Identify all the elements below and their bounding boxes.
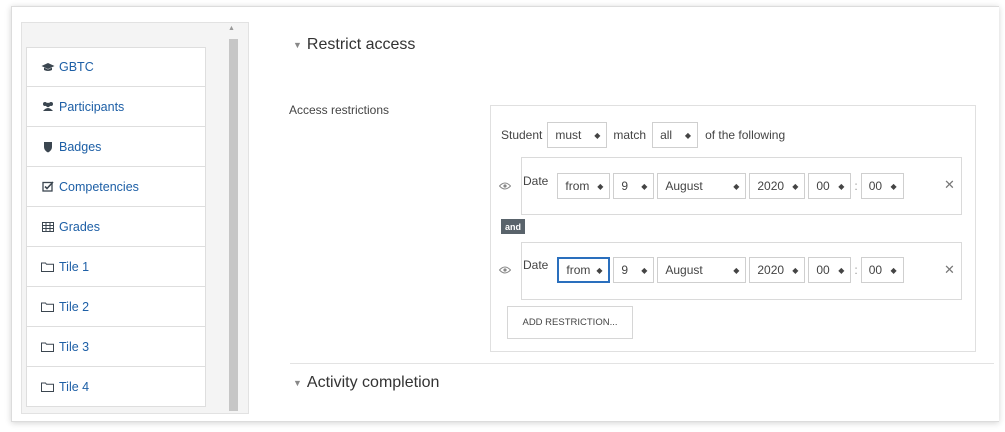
folder-icon [40,302,55,312]
nav-item-label: Tile 3 [59,339,90,354]
select-arrow-icon: ◆ [792,265,799,275]
access-restrictions-label: Access restrictions [289,103,390,117]
minute-value: 00 [868,179,883,193]
table-icon [40,221,55,232]
year-select[interactable]: 2020 ◆ [749,173,806,199]
nav-item-tile-1[interactable]: Tile 1 [26,247,206,287]
eye-icon[interactable] [499,182,513,190]
minute-value: 00 [868,263,883,277]
nav-item-participants[interactable]: Participants [26,87,206,127]
hour-select[interactable]: 00 ◆ [808,257,852,283]
nav-item-label: GBTC [59,60,94,74]
section-title: Activity completion [306,374,440,391]
collapse-triangle-icon: ▼ [293,378,302,388]
restrict-access-header[interactable]: ▼ Restrict access [293,36,415,54]
condition-type-label: Date [523,258,549,272]
date-condition-row-2: Date from ◆ 9 ◆ August ◆ 2020 ◆ 00 ◆ : 00 ◆ [499,257,904,283]
nav-item-gbtc[interactable]: GBTC [26,47,206,87]
eye-icon[interactable] [499,266,513,274]
all-select[interactable]: all ◆ [652,122,699,148]
shield-icon [40,141,55,153]
nav-item-badges[interactable]: Badges [26,127,206,167]
direction-select[interactable]: from ◆ [557,257,611,283]
folder-icon [40,262,55,272]
users-icon [40,101,55,112]
hour-select[interactable]: 00 ◆ [808,173,852,199]
select-arrow-icon: ◆ [838,181,845,191]
select-arrow-icon: ◆ [890,181,897,191]
day-select[interactable]: 9 ◆ [613,173,655,199]
delete-condition-2-icon[interactable]: ✕ [944,262,955,278]
day-value: 9 [621,179,629,193]
hour-value: 00 [816,263,830,277]
month-value: August [665,179,703,193]
select-arrow-icon: ◆ [733,265,740,275]
folder-icon [40,382,55,392]
checkbox-icon [40,181,55,192]
minute-select[interactable]: 00 ◆ [860,173,904,199]
select-arrow-icon: ◆ [890,265,897,275]
select-arrow-icon: ◆ [684,130,692,140]
day-select[interactable]: 9 ◆ [613,257,655,283]
month-select[interactable]: August ◆ [657,257,747,283]
select-arrow-icon: ◆ [733,181,740,191]
add-restriction-button[interactable]: ADD RESTRICTION... [507,306,633,339]
section-divider [290,363,994,364]
nav-item-label: Participants [59,99,125,114]
date-condition-row-1: Date from ◆ 9 ◆ August ◆ 2020 ◆ 00 ◆ : 00 ◆ [499,173,904,199]
nav-item-tile-4[interactable]: Tile 4 [26,367,206,407]
nav-item-label: Tile 2 [59,299,90,314]
nav-item-grades[interactable]: Grades [26,207,206,247]
scrollbar-thumb[interactable] [229,39,238,411]
nav-item-label: Tile 1 [59,259,90,274]
match-label: match [613,128,647,142]
hour-value: 00 [816,179,830,193]
time-separator: : [854,263,858,277]
nav-list: GBTC Participants Badges Competencies Gr… [26,47,206,407]
nav-scrollbar[interactable]: ▲ [224,23,242,413]
select-arrow-icon: ◆ [597,181,604,191]
year-value: 2020 [757,179,785,193]
select-arrow-icon: ◆ [596,265,603,275]
delete-condition-1-icon[interactable]: ✕ [944,177,955,193]
condition-type-label: Date [523,174,549,188]
select-arrow-icon: ◆ [838,265,845,275]
time-separator: : [854,179,858,193]
select-arrow-icon: ◆ [594,130,601,140]
and-badge: and [501,219,525,234]
restriction-header-row: Student must ◆ match all ◆ of the followin… [501,122,785,148]
nav-item-label: Grades [59,219,100,234]
all-value: all [660,128,673,142]
select-arrow-icon: ◆ [641,265,648,275]
nav-item-tile-3[interactable]: Tile 3 [26,327,206,367]
nav-item-tile-2[interactable]: Tile 2 [26,287,206,327]
following-label: of the following [705,128,786,142]
day-value: 9 [621,263,629,277]
direction-value: from [566,263,591,277]
direction-select[interactable]: from ◆ [557,173,611,199]
graduation-cap-icon [40,62,55,73]
year-select[interactable]: 2020 ◆ [749,257,806,283]
must-value: must [555,128,582,142]
nav-item-competencies[interactable]: Competencies [26,167,206,207]
section-title: Restrict access [306,36,416,53]
select-arrow-icon: ◆ [792,181,799,191]
direction-value: from [565,179,590,193]
nav-item-label: Badges [59,139,102,154]
year-value: 2020 [757,263,785,277]
month-select[interactable]: August ◆ [657,173,747,199]
must-select[interactable]: must ◆ [547,122,608,148]
collapse-triangle-icon: ▼ [293,40,302,50]
select-arrow-icon: ◆ [641,181,648,191]
month-value: August [665,263,703,277]
minute-select[interactable]: 00 ◆ [860,257,904,283]
student-label: Student [501,128,543,142]
nav-item-label: Tile 4 [59,379,90,394]
activity-completion-header[interactable]: ▼ Activity completion [293,374,439,392]
folder-icon [40,342,55,352]
nav-item-label: Competencies [59,179,139,194]
course-navigation: GBTC Participants Badges Competencies Gr… [21,22,249,414]
scroll-up-icon[interactable]: ▲ [228,25,235,32]
